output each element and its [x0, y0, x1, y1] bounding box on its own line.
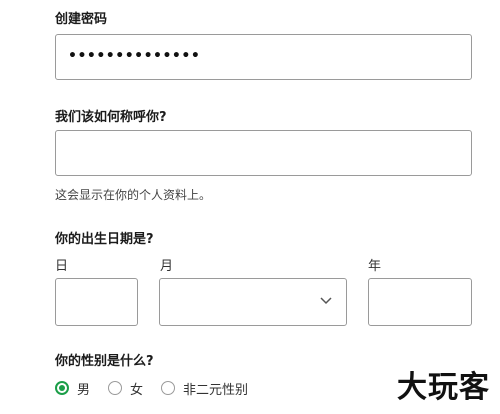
gender-option-label: 女 [130, 382, 144, 398]
signup-form: 创建密码 •••••••••••••• 我们该如何称呼你? 这会显示在你的个人资… [0, 0, 500, 414]
month-select[interactable] [159, 278, 347, 326]
chevron-down-icon [320, 297, 332, 305]
gender-option-female[interactable]: 女 [108, 379, 143, 398]
year-label: 年 [368, 259, 382, 274]
gender-option-label: 男 [77, 382, 91, 398]
watermark-logo: 大玩客 [397, 370, 490, 405]
month-label: 月 [160, 259, 174, 274]
gender-option-label: 非二元性别 [183, 382, 249, 398]
radio-selected-icon [55, 381, 69, 395]
birthdate-label: 你的出生日期是? [55, 232, 154, 247]
day-label: 日 [55, 259, 69, 274]
year-input[interactable] [368, 278, 472, 326]
name-hint: 这会显示在你的个人资料上。 [55, 188, 212, 202]
gender-option-nonbinary[interactable]: 非二元性别 [161, 379, 248, 398]
day-input[interactable] [55, 278, 138, 326]
radio-unselected-icon [108, 381, 123, 395]
gender-radio-group: 男 女 非二元性别 [55, 378, 266, 398]
gender-label: 你的性别是什么? [55, 354, 154, 369]
name-field[interactable] [55, 130, 472, 176]
gender-option-male[interactable]: 男 [55, 379, 90, 398]
password-value: •••••••••••••• [68, 48, 201, 64]
password-label: 创建密码 [55, 12, 108, 27]
radio-unselected-icon [161, 381, 176, 395]
name-label: 我们该如何称呼你? [55, 110, 167, 125]
password-field[interactable]: •••••••••••••• [55, 34, 472, 80]
